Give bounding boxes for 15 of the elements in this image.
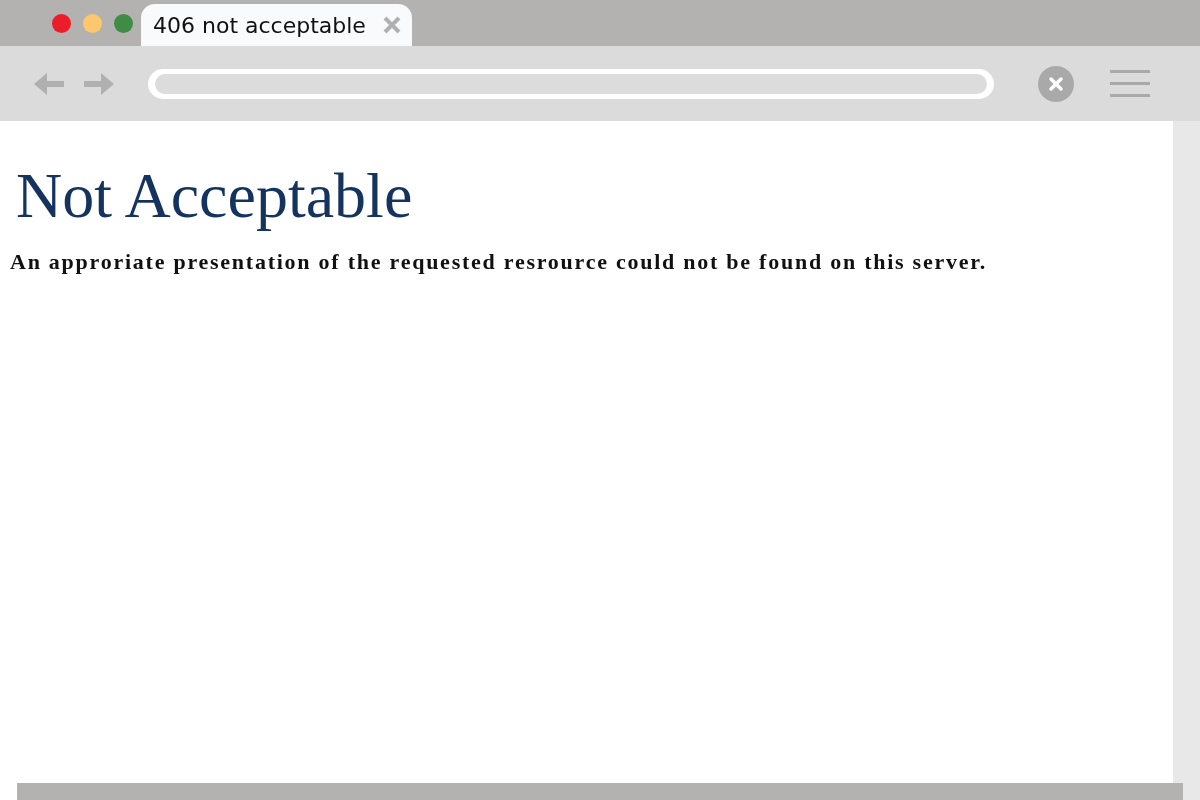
close-icon[interactable] xyxy=(381,15,402,35)
vertical-scrollbar[interactable] xyxy=(1173,121,1200,800)
back-arrow-icon[interactable] xyxy=(34,72,66,95)
browser-tab[interactable]: 406 not acceptable xyxy=(141,4,412,46)
horizontal-scrollbar[interactable] xyxy=(17,783,1183,800)
maximize-window-dot[interactable] xyxy=(114,13,133,33)
address-bar[interactable] xyxy=(148,68,994,99)
error-message: An approriate presentation of the requested resrource could not be found on this server. xyxy=(10,248,988,277)
page-heading: Not Acceptable xyxy=(16,161,414,232)
tab-title: 406 not acceptable xyxy=(153,11,366,40)
forward-arrow-icon[interactable] xyxy=(82,72,114,95)
minimize-window-dot[interactable] xyxy=(83,13,102,33)
close-window-dot[interactable] xyxy=(52,13,71,33)
close-icon[interactable] xyxy=(1038,65,1074,102)
menu-icon[interactable] xyxy=(1110,69,1150,98)
